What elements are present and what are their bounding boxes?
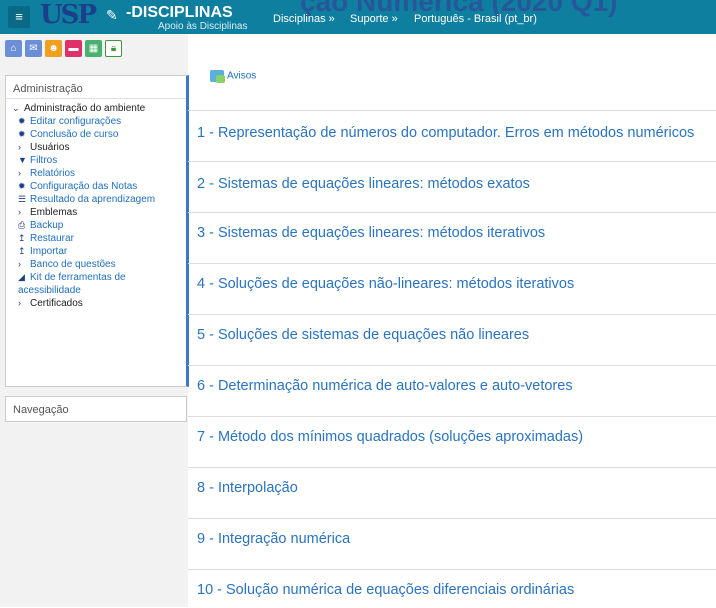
course-content: Avisos 1 - Representação de números do c… xyxy=(188,34,716,607)
chevron-right-icon: › xyxy=(18,142,21,152)
navigation-block: Navegação xyxy=(5,396,187,422)
section-title[interactable]: 2 - Sistemas de equações lineares: métod… xyxy=(197,176,530,192)
folder-icon[interactable]: ▬ xyxy=(65,40,82,57)
logo-mark-icon: ✎ xyxy=(106,7,118,23)
logo-subtitle: Apoio às Disciplinas xyxy=(158,21,248,32)
chevron-right-icon: › xyxy=(18,207,21,217)
course-section: 1 - Representação de números do computad… xyxy=(188,110,716,161)
section-title[interactable]: 7 - Método dos mínimos quadrados (soluçõ… xyxy=(197,429,583,445)
gear-icon: ✹ xyxy=(18,129,26,139)
tree-item-conclusao[interactable]: ✹ Conclusão de curso xyxy=(18,129,118,140)
menu-toggle-button[interactable]: ≡ xyxy=(8,6,30,28)
chevron-right-icon: › xyxy=(18,298,21,308)
tree-item-relatorios[interactable]: › Relatórios xyxy=(18,168,75,179)
avisos-link[interactable]: Avisos xyxy=(210,70,256,83)
left-sidebar: ⌂ ✉ ☻ ▬ ▦ 🔒︎ Administração ⌄ Administraçã… xyxy=(0,34,189,607)
section-title[interactable]: 5 - Soluções de sistemas de equações não… xyxy=(197,327,529,343)
tree-item-kit-ferramentas[interactable]: ◢ Kit de ferramentas de xyxy=(18,272,126,283)
course-section: 5 - Soluções de sistemas de equações não… xyxy=(188,314,716,365)
admin-block-title: Administração xyxy=(6,76,186,99)
tree-item-backup[interactable]: ⎙ Backup xyxy=(18,220,63,231)
upload-icon: ↥ xyxy=(18,246,26,256)
language-menu[interactable]: Português - Brasil (pt_br) xyxy=(414,13,537,25)
section-title[interactable]: 10 - Solução numérica de equações difere… xyxy=(197,582,574,598)
table-icon[interactable]: ▦ xyxy=(85,40,102,57)
tree-item-restaurar[interactable]: ↥ Restaurar xyxy=(18,233,74,244)
section-title[interactable]: 9 - Integração numérica xyxy=(197,531,350,547)
course-section: 10 - Solução numérica de equações difere… xyxy=(188,569,716,608)
section-title[interactable]: 4 - Soluções de equações não-lineares: m… xyxy=(197,276,574,292)
course-section: 8 - Interpolação xyxy=(188,467,716,518)
chevron-right-icon: › xyxy=(18,168,21,178)
upload-icon: ↥ xyxy=(18,233,26,243)
tree-item-usuarios[interactable]: › Usuários xyxy=(18,142,69,153)
admin-block: Administração ⌄ Administração do ambiente… xyxy=(5,75,189,387)
forum-icon xyxy=(210,70,225,83)
tree-item-importar[interactable]: ↥ Importar xyxy=(18,246,67,257)
chevron-right-icon: › xyxy=(18,259,21,269)
tree-item-emblemas[interactable]: › Emblemas xyxy=(18,207,77,218)
mail-icon[interactable]: ✉ xyxy=(25,40,42,57)
course-section: 7 - Método dos mínimos quadrados (soluçõ… xyxy=(188,416,716,467)
section-title[interactable]: 1 - Representação de números do computad… xyxy=(197,125,694,141)
course-section: 4 - Soluções de equações não-lineares: m… xyxy=(188,263,716,314)
nav-link-suporte[interactable]: Suporte » xyxy=(350,13,398,25)
navigation-block-title[interactable]: Navegação xyxy=(6,397,186,419)
home-icon[interactable]: ⌂ xyxy=(5,40,22,57)
lock-icon[interactable]: 🔒︎ xyxy=(105,40,122,57)
tree-item-certificados[interactable]: › Certificados xyxy=(18,298,83,309)
top-navbar: ≡ USP ✎ -DISCIPLINAS Apoio às Disciplina… xyxy=(0,0,716,34)
accessibility-chart-icon: ◢ xyxy=(18,272,25,282)
tree-item-config-notas[interactable]: ✹ Configuração das Notas xyxy=(18,181,137,192)
filter-icon: ▼ xyxy=(18,155,27,165)
tree-item-acessibilidade[interactable]: acessibilidade xyxy=(18,285,81,296)
site-logo[interactable]: USP ✎ -DISCIPLINAS Apoio às Disciplinas xyxy=(40,0,250,33)
users-icon[interactable]: ☻ xyxy=(45,40,62,57)
tree-item-filtros[interactable]: ▼ Filtros xyxy=(18,155,57,166)
tree-item-resultado[interactable]: ☰ Resultado da aprendizagem xyxy=(18,194,155,205)
course-section: 3 - Sistemas de equações lineares: métod… xyxy=(188,212,716,263)
section-title[interactable]: 3 - Sistemas de equações lineares: métod… xyxy=(197,225,545,241)
list-icon: ☰ xyxy=(18,194,27,204)
course-section: 6 - Determinação numérica de auto-valore… xyxy=(188,365,716,416)
tree-item-banco-questoes[interactable]: › Banco de questões xyxy=(18,259,116,270)
section-title[interactable]: 6 - Determinação numérica de auto-valore… xyxy=(197,378,573,394)
tree-item-admin-ambiente[interactable]: ⌄ Administração do ambiente xyxy=(12,103,145,114)
logo-usp-text: USP xyxy=(40,0,97,30)
gear-icon: ✹ xyxy=(18,116,26,126)
course-section: 2 - Sistemas de equações lineares: métod… xyxy=(188,161,716,212)
gear-icon: ✹ xyxy=(18,181,26,191)
backup-icon: ⎙ xyxy=(18,220,26,230)
section-title[interactable]: 8 - Interpolação xyxy=(197,480,298,496)
course-section: 9 - Integração numérica xyxy=(188,518,716,569)
chevron-down-icon: ⌄ xyxy=(12,103,20,113)
tree-item-editar[interactable]: ✹ Editar configurações xyxy=(18,116,121,127)
nav-link-disciplinas[interactable]: Disciplinas » xyxy=(273,13,335,25)
logo-name: -DISCIPLINAS xyxy=(126,4,233,21)
